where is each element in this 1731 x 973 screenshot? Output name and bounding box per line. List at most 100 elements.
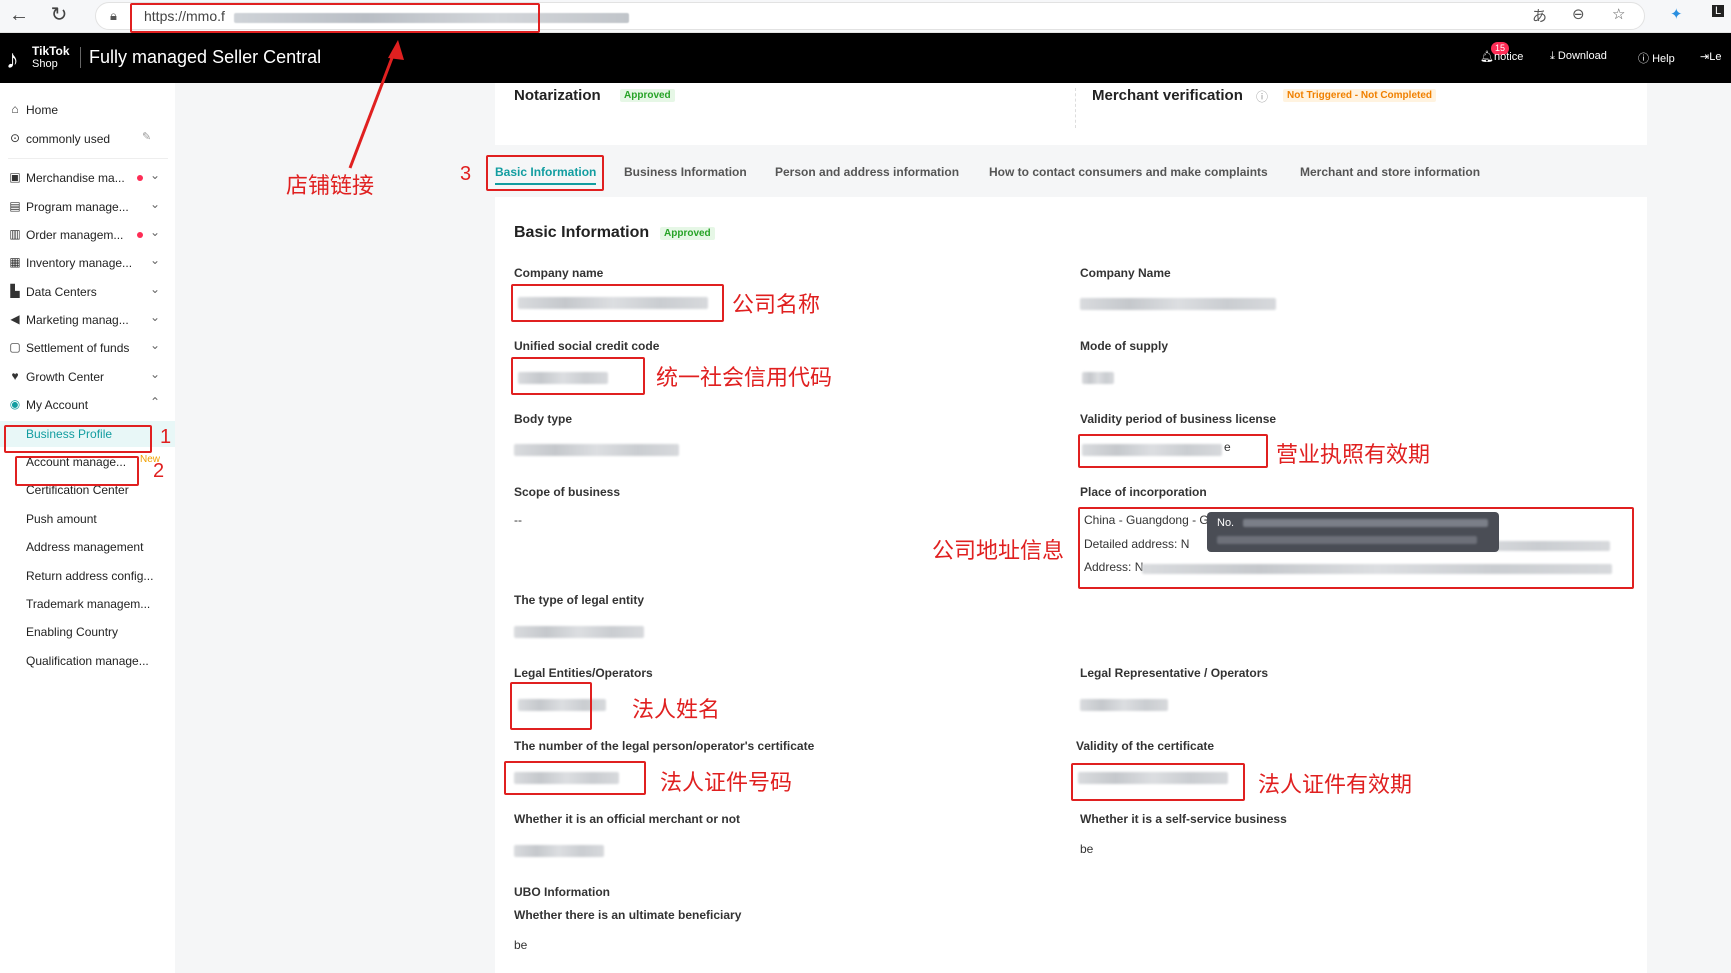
tab-contact-complaints[interactable]: How to contact consumers and make compla… [989,165,1268,179]
trophy-icon: ♥ [11,369,19,383]
cert-validity-label: Validity of the certificate [1076,739,1215,753]
chevron-up-icon: ⌃ [150,395,161,409]
sidebar-item-growth[interactable]: ♥ Growth Center ⌄ [0,364,175,390]
edit-icon[interactable]: ✎ [142,130,151,143]
sidebar-item-my-account[interactable]: ◉ My Account ⌃ [0,392,175,418]
scope-label: Scope of business [514,485,621,499]
sidebar-item-label: commonly used [26,132,111,146]
chevron-down-icon: ⌄ [150,225,161,239]
extension-icon[interactable]: ✦ [1670,5,1683,23]
sidebar-item-qualification[interactable]: Qualification manage... [0,648,175,674]
legal-rep-label: Legal Representative / Operators [1080,666,1269,680]
credit-code-highlight-box [511,357,645,395]
sidebar-item-label: Address management [26,540,144,554]
annotation-cert-validity: 法人证件有效期 [1258,773,1413,798]
tab-merchant-store[interactable]: Merchant and store information [1300,165,1480,179]
back-icon[interactable]: ← [8,4,30,26]
tab-person-address[interactable]: Person and address information [775,165,959,179]
company-name-en-label: Company Name [1080,266,1171,280]
chevron-down-icon: ⌄ [150,253,161,267]
megaphone-icon: ◀ [10,312,20,326]
info-icon[interactable]: ⓘ [1256,88,1268,105]
reload-icon[interactable]: ↻ [48,4,70,26]
logout-label: Le [1709,51,1722,63]
download-label: Download [1557,50,1607,62]
sidebar: ⌂ Home ⊙ commonly used ✎ ▣ Merchandise m… [0,83,175,973]
help-icon: ⓘ [1638,53,1653,65]
sidebar-item-merchandise[interactable]: ▣ Merchandise ma... ⌄ [0,165,175,191]
annotation-credit-code: 统一社会信用代码 [656,366,833,391]
annotation-arrow [348,40,404,169]
sidebar-item-commonly-used[interactable]: ⊙ commonly used ✎ [0,126,175,152]
tab-bar: Basic Information Business Information P… [487,155,1647,187]
download-button[interactable]: ⤓ Download [1550,50,1607,63]
place-incorporation-label: Place of incorporation [1080,485,1207,499]
sidebar-item-return-address[interactable]: Return address config... [0,563,175,589]
official-merchant-value [514,845,604,857]
business-profile-highlight-box [15,456,139,486]
legal-rep-value [1080,699,1168,711]
sidebar-item-label: Push amount [26,512,97,526]
legal-entity-type-label: The type of legal entity [514,593,645,607]
merchant-verification-title: Merchant verification [1092,87,1243,104]
lock-icon: 🔒︎ [110,8,117,23]
sidebar-item-push-amount[interactable]: Push amount [0,506,175,532]
sidebar-item-enabling-country[interactable]: Enabling Country [0,619,175,645]
chevron-down-icon: ⌄ [150,310,161,324]
cert-validity-highlight-box [1071,763,1245,801]
star-icon[interactable]: ☆ [1612,5,1625,23]
tiktok-shop-logo[interactable]: ♪ TikTok Shop [6,42,72,74]
sidebar-item-program[interactable]: ▤ Program manage... ⌄ [0,194,175,220]
notification-dot [137,175,143,181]
company-name-en-value [1080,298,1276,310]
company-name-highlight-box [511,284,724,322]
zoom-icon[interactable]: ⊖ [1572,5,1585,23]
sidebar-item-marketing[interactable]: ◀ Marketing manag... ⌄ [0,307,175,333]
help-button[interactable]: ⓘ Help [1638,50,1675,66]
body-type-value [514,444,679,456]
wallet-icon: ▢ [9,340,21,354]
document-icon: ▤ [9,199,21,213]
status-divider [1075,88,1076,128]
sidebar-item-label: Enabling Country [26,625,119,639]
sidebar-item-label: Settlement of funds [26,341,130,355]
ubo-title: UBO Information [514,885,610,899]
box-icon: ▣ [9,170,21,184]
sidebar-item-label: Merchandise ma... [26,171,125,185]
sidebar-item-data-centers[interactable]: ▙ Data Centers ⌄ [0,279,175,305]
account-icon: ◉ [9,397,21,411]
basic-tab-highlight-box [486,155,604,191]
inventory-icon: ▦ [9,255,21,269]
sidebar-item-trademark[interactable]: Trademark managem... [0,591,175,617]
logout-button[interactable]: ⇥Le [1700,50,1721,63]
chevron-down-icon: ⌄ [150,168,161,182]
chart-icon: ▙ [10,284,20,298]
sidebar-item-settlement[interactable]: ▢ Settlement of funds ⌄ [0,335,175,361]
ubo-value: be [514,938,528,952]
translate-icon[interactable]: あ [1532,5,1547,26]
basic-status-badge: Approved [660,227,715,240]
annotation-cert-number: 法人证件号码 [660,771,793,796]
chevron-down-icon: ⌄ [150,338,161,352]
sidebar-item-home[interactable]: ⌂ Home [0,97,175,123]
body-type-label: Body type [514,412,573,426]
credit-code-label: Unified social credit code [514,339,660,353]
sidebar-item-label: Program manage... [26,200,129,214]
sidebar-item-address-management[interactable]: Address management [0,534,175,560]
sidebar-item-label: Order managem... [26,228,124,242]
sidebar-divider [8,158,168,159]
sidebar-item-inventory[interactable]: ▦ Inventory manage... ⌄ [0,250,175,276]
home-icon: ⌂ [11,102,19,116]
bell-icon: 🔔︎ [1480,51,1494,63]
sidebar-item-label: Trademark managem... [26,597,151,611]
help-label: Help [1652,53,1675,65]
tab-business-information[interactable]: Business Information [624,165,747,179]
profile-icon[interactable]: L [1712,5,1725,17]
scope-value: -- [514,513,522,527]
order-icon: ▥ [9,227,21,241]
notification-dot [137,232,143,238]
my-account-highlight-box [4,425,152,453]
notice-button[interactable]: 🔔︎notice [1480,50,1523,63]
sidebar-item-order[interactable]: ▥ Order managem... ⌄ [0,222,175,248]
sidebar-item-label: Growth Center [26,370,105,384]
